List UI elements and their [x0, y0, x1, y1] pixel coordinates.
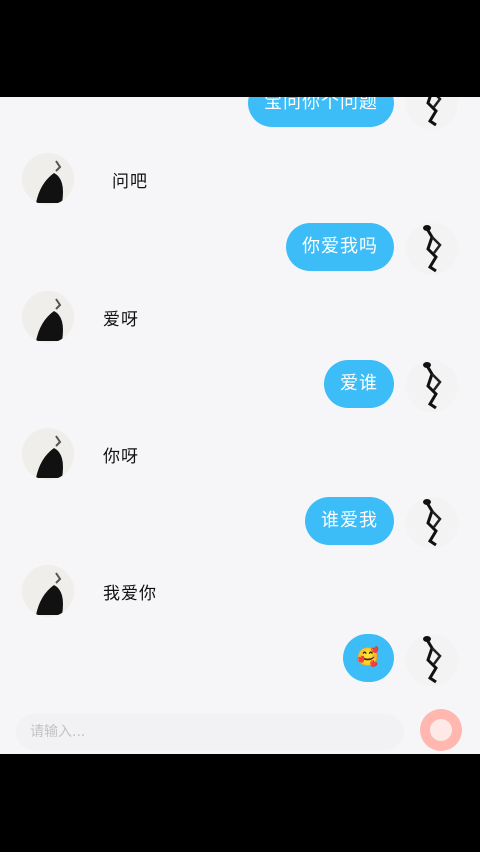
- dancer-icon: [406, 97, 458, 129]
- message-bubble-sent[interactable]: 🥰: [342, 634, 394, 682]
- send-button[interactable]: [420, 709, 462, 751]
- message-text-received: 问吧: [112, 172, 148, 192]
- message-row: 谁爱我: [0, 497, 480, 557]
- input-bar: [0, 708, 480, 754]
- dancer-icon: [406, 497, 458, 549]
- silhouette-icon: [22, 428, 74, 480]
- dancer-icon: [406, 223, 458, 275]
- contact-avatar[interactable]: [22, 291, 74, 343]
- message-row: 🥰: [0, 634, 480, 694]
- message-text-received: 你呀: [103, 447, 139, 467]
- message-row: 你爱我吗: [0, 223, 480, 283]
- chat-screen: 宝问你个问题 问吧 你爱我吗 爱呀 爱谁 你呀 谁爱我 我爱你 🥰 请输入...: [0, 97, 480, 754]
- message-bubble-sent[interactable]: 你爱我吗: [286, 223, 394, 271]
- message-row: 你呀: [0, 428, 480, 488]
- user-avatar[interactable]: [406, 223, 458, 275]
- silhouette-icon: [22, 153, 74, 205]
- message-text-received: 我爱你: [103, 584, 157, 604]
- message-bubble-sent[interactable]: 爱谁: [324, 360, 394, 408]
- message-row: 爱谁: [0, 360, 480, 420]
- silhouette-icon: [22, 291, 74, 343]
- user-avatar[interactable]: [406, 97, 458, 129]
- dancer-icon: [406, 360, 458, 412]
- silhouette-icon: [22, 565, 74, 617]
- message-input[interactable]: [16, 714, 404, 750]
- contact-avatar[interactable]: [22, 428, 74, 480]
- contact-avatar[interactable]: [22, 565, 74, 617]
- message-bubble-sent[interactable]: 谁爱我: [305, 497, 394, 545]
- message-row: 问吧: [0, 153, 480, 213]
- message-bubble-sent[interactable]: 宝问你个问题: [248, 97, 394, 127]
- contact-avatar[interactable]: [22, 153, 74, 205]
- dancer-icon: [406, 634, 458, 686]
- user-avatar[interactable]: [406, 634, 458, 686]
- user-avatar[interactable]: [406, 360, 458, 412]
- message-row: 我爱你: [0, 565, 480, 625]
- message-text-received: 爱呀: [103, 310, 139, 330]
- message-row: 宝问你个问题: [0, 97, 480, 145]
- user-avatar[interactable]: [406, 497, 458, 549]
- message-row: 爱呀: [0, 291, 480, 351]
